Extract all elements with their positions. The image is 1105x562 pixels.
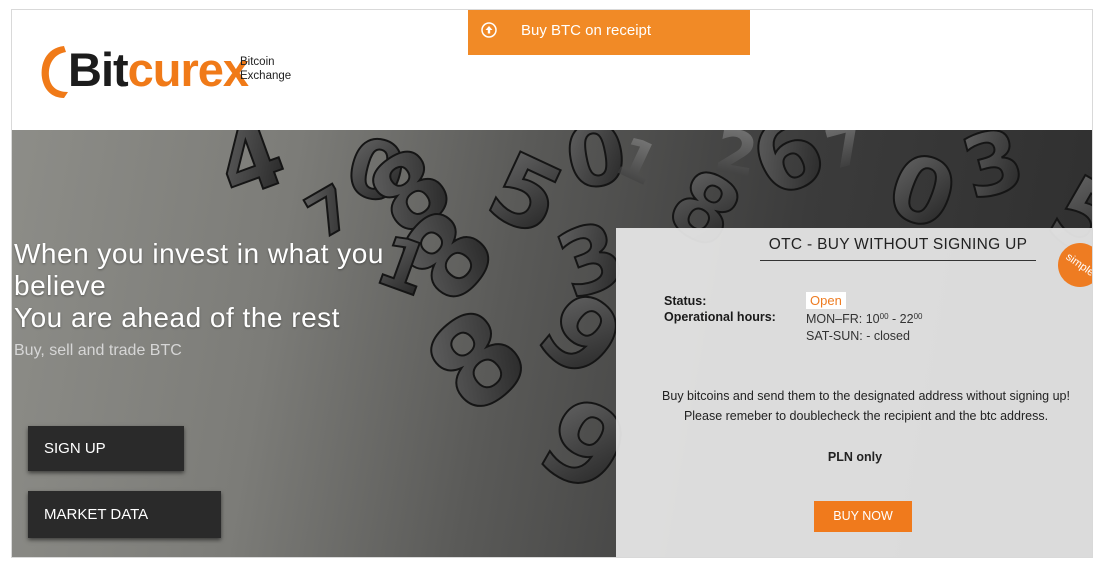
market-data-button[interactable]: MARKET DATA	[28, 491, 221, 538]
hours-weekend: SAT-SUN: - closed	[806, 329, 910, 343]
buy-btc-label: Buy BTC on receipt	[521, 22, 652, 39]
logo-tagline: Bitcoin Exchange	[240, 55, 291, 83]
logo-word-curex: curex	[127, 43, 249, 96]
otc-title: OTC - BUY WITHOUT SIGNING UP	[760, 236, 1036, 261]
hours-weekday-close: - 22	[888, 312, 914, 326]
svg-text:8: 8	[401, 282, 554, 442]
bitcurex-logo[interactable]: Bitcurex Bitcoin Exchange	[34, 40, 334, 100]
logo-tag-line-1: Bitcoin	[240, 56, 275, 68]
otc-description: Buy bitcoins and send them to the design…	[662, 389, 1070, 423]
hours-weekday: MON–FR: 1000 - 2200	[806, 312, 922, 326]
logo-wordmark: Bitcurex	[68, 43, 249, 97]
sign-up-button[interactable]: SIGN UP	[28, 426, 184, 471]
hours-weekday-close-minutes: 00	[913, 312, 923, 321]
buy-now-button[interactable]: BUY NOW	[814, 501, 912, 532]
hero-headline-line-2: believe	[14, 270, 107, 301]
logo-word-bit: Bit	[68, 43, 129, 96]
arrow-up-circle-icon	[481, 22, 497, 38]
pln-only-note: PLN only	[827, 450, 883, 464]
hero-headline-block: When you invest in what you believe You …	[14, 238, 384, 360]
hours-weekday-open: MON–FR: 10	[806, 312, 880, 326]
site-header: Bitcurex Bitcoin Exchange Buy BTC on rec…	[12, 10, 1092, 130]
simple-badge: simple	[1049, 234, 1092, 296]
operational-hours-label: Operational hours:	[664, 310, 776, 324]
hours-weekday-open-minutes: 00	[879, 312, 889, 321]
browser-viewport: Bitcurex Bitcoin Exchange Buy BTC on rec…	[11, 9, 1093, 558]
hero-subtitle: Buy, sell and trade BTC	[14, 342, 182, 359]
buy-btc-on-receipt-button[interactable]: Buy BTC on receipt	[468, 10, 750, 55]
hero-banner: 4 0 8 5 0 8 6 0 3 5 8 9 8 9 3 1 7 2 7 1 …	[12, 130, 1092, 557]
status-label: Status:	[664, 294, 707, 308]
hero-headline-line-1: When you invest in what you	[14, 238, 384, 269]
svg-text:4: 4	[204, 130, 299, 221]
logo-tag-line-2: Exchange	[240, 70, 292, 82]
status-badge: Open	[806, 292, 846, 309]
svg-text:3: 3	[952, 130, 1035, 220]
otc-panel: OTC - BUY WITHOUT SIGNING UP simple Stat…	[616, 228, 1092, 557]
hero-headline-line-3: You are ahead of the rest	[14, 302, 340, 333]
